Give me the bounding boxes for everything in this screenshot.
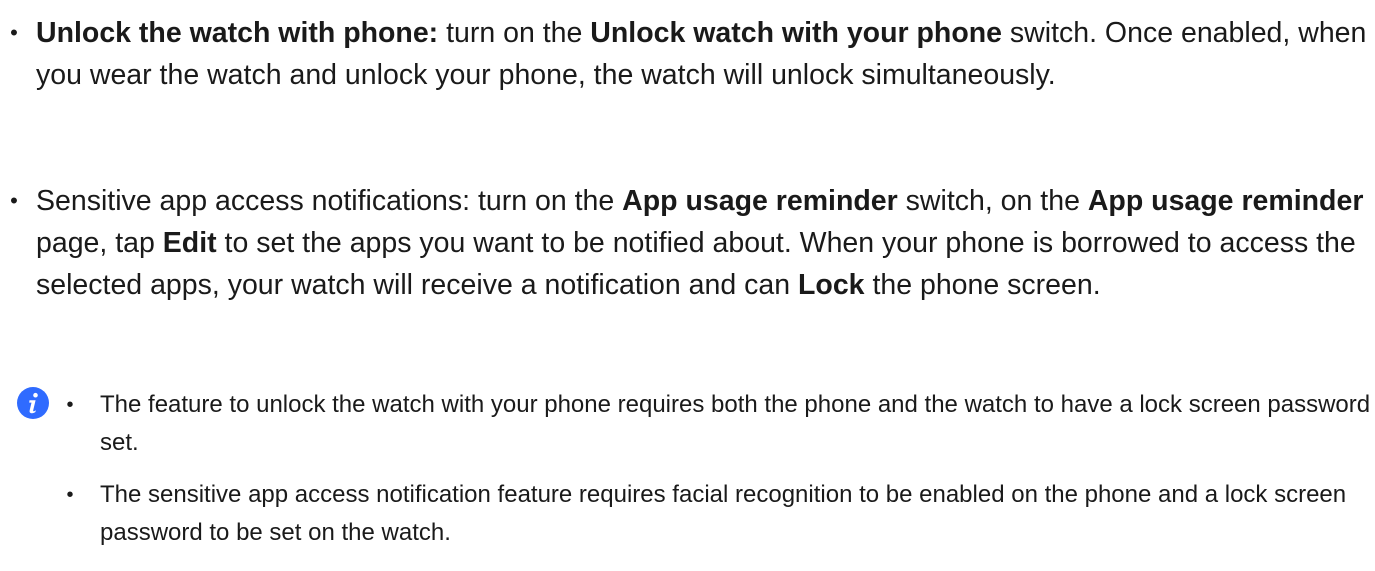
unlock-switch-name: Unlock watch with your phone — [590, 17, 1002, 49]
note-text: The feature to unlock the watch with you… — [100, 391, 1371, 456]
app-usage-switch-name: App usage reminder — [622, 185, 898, 217]
note-item-facial-recognition: • The sensitive app access notification … — [58, 476, 1375, 552]
text-segment: the phone screen. — [864, 269, 1101, 301]
info-icon — [17, 387, 49, 419]
text-segment: turn on the — [438, 17, 591, 49]
document-body: • Unlock the watch with phone: turn on t… — [0, 0, 1375, 571]
note-item-unlock-requirement: • The feature to unlock the watch with y… — [58, 386, 1375, 462]
bullet-marker: • — [66, 394, 74, 416]
bullet-marker: • — [10, 20, 18, 45]
text-segment: Sensitive app access notifications: turn… — [36, 185, 623, 217]
list-item-unlock-watch: • Unlock the watch with phone: turn on t… — [0, 12, 1375, 96]
app-usage-page-name: App usage reminder — [1087, 185, 1364, 217]
text-segment: to set the apps you want to be notified … — [36, 227, 1356, 301]
text-segment: page, tap — [36, 227, 163, 259]
unlock-watch-heading: Unlock the watch with phone: — [36, 17, 439, 49]
note-text: The sensitive app access notification fe… — [100, 481, 1347, 546]
list-item-sensitive-app: • Sensitive app access notifications: tu… — [0, 180, 1375, 306]
lock-term: Lock — [798, 269, 865, 301]
edit-term: Edit — [162, 227, 217, 259]
text-segment: switch, on the — [897, 185, 1088, 217]
bullet-marker: • — [66, 484, 74, 506]
bullet-marker: • — [10, 188, 18, 213]
